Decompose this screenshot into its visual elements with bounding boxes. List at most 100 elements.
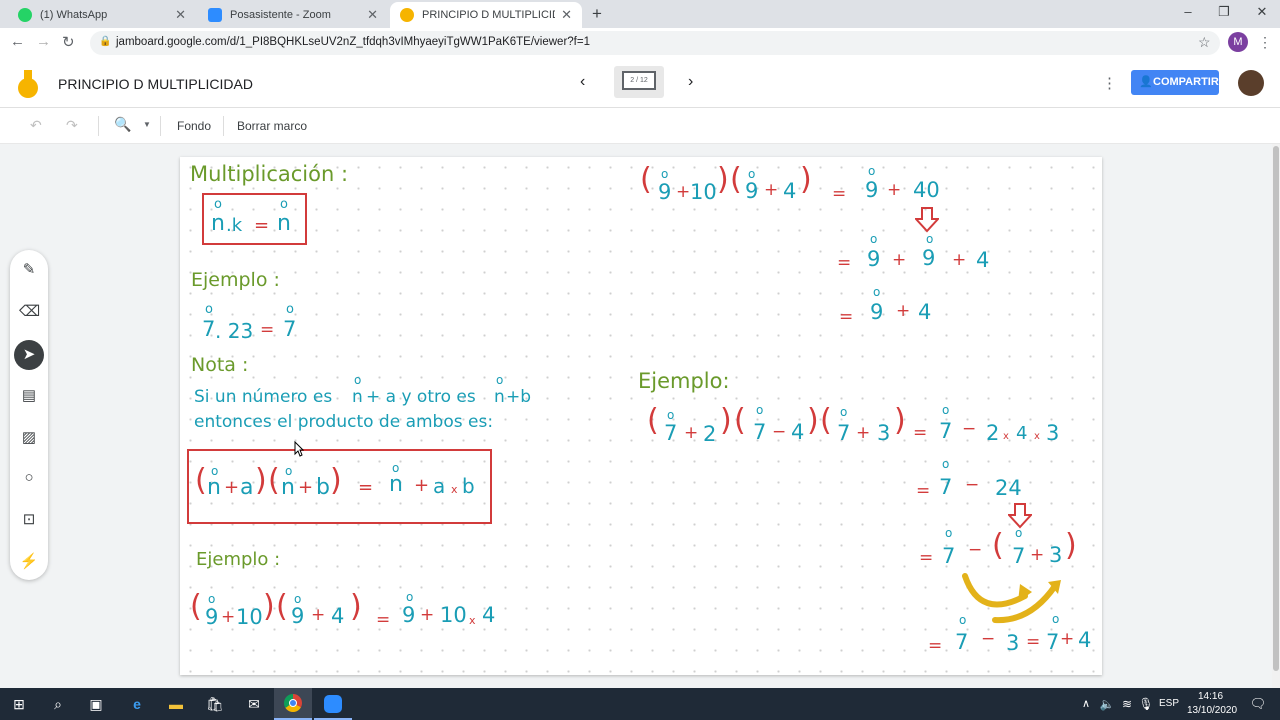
background-button[interactable]: Fondo: [177, 119, 211, 133]
close-icon[interactable]: ✕: [175, 7, 186, 23]
reload-icon[interactable]: ↻: [62, 33, 75, 51]
scrollbar-thumb[interactable]: [1273, 146, 1279, 671]
scrollbar[interactable]: [1272, 144, 1280, 688]
close-icon[interactable]: ✕: [367, 7, 378, 23]
undo-icon[interactable]: ↶: [30, 117, 42, 134]
chevron-up-icon[interactable]: ∧: [1076, 694, 1096, 714]
number-10: 10: [690, 180, 717, 204]
equals-sign: =: [916, 481, 931, 501]
store-icon[interactable]: 🛍: [205, 694, 225, 714]
mail-icon[interactable]: ✉: [244, 694, 264, 714]
zoom-dropdown-icon[interactable]: ▼: [143, 120, 151, 129]
zoom-icon: [208, 8, 222, 22]
number-10: 10: [236, 605, 263, 629]
plus-sign: +: [892, 250, 907, 270]
number-9: 9: [205, 605, 219, 629]
dot-mark: o: [868, 164, 876, 178]
note-text-1: Si un número es: [194, 387, 333, 407]
eraser-icon[interactable]: ⌫: [19, 302, 40, 322]
open-paren: (: [820, 403, 832, 438]
times-sign: x: [451, 483, 458, 496]
jam-frame[interactable]: Multiplicación : o n .k = o n Ejemplo : …: [180, 157, 1102, 675]
close-paren: ): [720, 403, 732, 438]
n-symbol: n: [352, 387, 363, 407]
search-icon[interactable]: ⌕: [48, 694, 68, 714]
edge-icon[interactable]: e: [127, 694, 147, 714]
pen-icon[interactable]: ✎: [19, 260, 39, 280]
forward-icon[interactable]: →: [36, 33, 51, 50]
prev-frame-button[interactable]: ‹: [580, 73, 585, 91]
number-9: 9: [922, 246, 936, 270]
dot-mark: o: [942, 457, 950, 471]
wifi-icon[interactable]: ≋: [1117, 694, 1137, 714]
laser-icon[interactable]: ⚡: [19, 552, 39, 572]
tab-zoom[interactable]: Posasistente - Zoom ✕: [198, 2, 388, 28]
dot-mark: o: [205, 302, 213, 317]
next-frame-button[interactable]: ›: [688, 73, 693, 91]
number-9: 9: [291, 604, 305, 628]
zoom-icon[interactable]: 🔍: [114, 116, 131, 133]
profile-avatar[interactable]: M: [1228, 32, 1248, 52]
account-avatar[interactable]: [1238, 70, 1264, 96]
windows-start-icon[interactable]: ⊞: [9, 694, 29, 714]
number-4: 4: [1078, 628, 1092, 652]
circle-icon[interactable]: ○: [19, 468, 39, 488]
close-paren: ): [894, 403, 906, 438]
chrome-menu-icon[interactable]: ⋮: [1258, 34, 1272, 51]
toolbar-divider: [223, 116, 224, 136]
times-sign: x: [469, 614, 476, 627]
clear-frame-button[interactable]: Borrar marco: [237, 119, 307, 133]
number-7: 7: [939, 419, 953, 443]
language-indicator[interactable]: ESP: [1159, 698, 1179, 709]
dot-mark: o: [870, 232, 878, 246]
back-icon[interactable]: ←: [10, 33, 25, 50]
dot-mark: o: [840, 405, 848, 419]
volume-icon[interactable]: 🔈: [1097, 694, 1117, 714]
minimize-button[interactable]: –: [1178, 4, 1198, 19]
share-button[interactable]: 👤 COMPARTIR: [1131, 70, 1219, 95]
number-3: 3: [1006, 631, 1020, 655]
address-bar[interactable]: 🔒 jamboard.google.com/d/1_PI8BQHKLseUV2n…: [90, 31, 1220, 55]
image-icon[interactable]: ▨: [19, 428, 39, 448]
toolbar-divider: [160, 116, 161, 136]
number-24: 24: [995, 476, 1022, 500]
jam-title[interactable]: PRINCIPIO D MULTIPLICIDAD: [58, 76, 253, 92]
clock-date[interactable]: 13/10/2020: [1187, 705, 1237, 716]
maximize-button[interactable]: ❐: [1214, 4, 1234, 20]
select-icon[interactable]: ➤: [14, 340, 44, 370]
toolbar-divider: [98, 116, 99, 136]
equals-sign: =: [919, 548, 934, 568]
frame-bar-button[interactable]: 2 / 12: [614, 66, 664, 98]
close-paren: ): [807, 403, 819, 438]
bookmark-star-icon[interactable]: ☆: [1198, 34, 1211, 51]
dot-mark: o: [406, 590, 414, 604]
more-options-icon[interactable]: ⋮: [1102, 74, 1117, 92]
b-symbol: b: [462, 474, 475, 498]
clock-time[interactable]: 14:16: [1198, 691, 1223, 702]
microphone-icon[interactable]: 🎙: [1136, 694, 1156, 714]
close-window-button[interactable]: ✕: [1252, 4, 1272, 20]
tab-whatsapp[interactable]: (1) WhatsApp ✕: [8, 2, 196, 28]
tab-jamboard[interactable]: PRINCIPIO D MULTIPLICIDAD - G ✕: [390, 2, 582, 28]
redo-icon[interactable]: ↷: [66, 117, 78, 134]
close-paren: ): [717, 162, 729, 197]
b-symbol: b: [316, 475, 330, 500]
jamboard-logo: [18, 70, 38, 98]
number-7: 7: [664, 421, 678, 445]
text-box-icon[interactable]: ⊡: [19, 510, 39, 530]
plus-sign: +: [676, 182, 691, 202]
file-explorer-icon[interactable]: ▬: [166, 694, 186, 714]
sticky-note-icon[interactable]: ▤: [19, 386, 39, 406]
chrome-taskbar-icon[interactable]: [274, 688, 312, 720]
notifications-icon[interactable]: 🗨: [1248, 694, 1268, 714]
dot-mark: o: [959, 613, 967, 627]
close-icon[interactable]: ✕: [561, 7, 572, 23]
new-tab-button[interactable]: +: [592, 4, 602, 24]
zoom-taskbar-icon[interactable]: [314, 688, 352, 720]
dot-mark: o: [354, 373, 362, 387]
dot-mark: o: [286, 302, 294, 317]
number-9: 9: [865, 178, 879, 202]
dot-mark: o: [661, 167, 669, 181]
task-view-icon[interactable]: ▣: [86, 694, 106, 714]
tool-palette: ✎ ⌫ ➤ ▤ ▨ ○ ⊡ ⚡: [10, 250, 48, 580]
